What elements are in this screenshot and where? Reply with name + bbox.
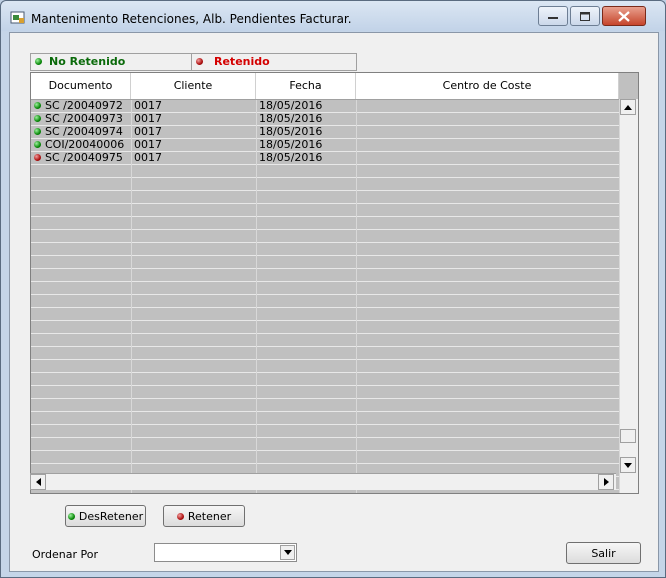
salir-button[interactable]: Salir (566, 542, 641, 564)
cell-cliente: 0017 (134, 152, 162, 164)
cell-centro (356, 113, 619, 126)
cell-fecha: 18/05/2016 (259, 126, 323, 138)
app-icon (10, 11, 25, 24)
table-row[interactable]: SC /20040974 0017 18/05/2016 (31, 126, 619, 139)
green-status-icon (35, 58, 42, 65)
table-row[interactable]: SC /20040973 0017 18/05/2016 (31, 113, 619, 126)
client-area: No Retenido Retenido Documento Cliente F… (9, 32, 659, 572)
table-row[interactable]: SC /20040972 0017 18/05/2016 (31, 100, 619, 113)
cell-cliente: 0017 (134, 126, 162, 138)
cell-centro (356, 139, 619, 152)
column-header-fecha[interactable]: Fecha (256, 73, 356, 99)
vertical-scrollbar[interactable] (619, 99, 638, 493)
close-icon (618, 10, 630, 22)
scroll-thumb[interactable] (620, 429, 636, 443)
grid-header: Documento Cliente Fecha Centro de Coste (31, 73, 619, 100)
green-status-icon (34, 115, 41, 122)
desretener-label: DesRetener (78, 509, 144, 523)
cell-documento: SC /20040972 (31, 100, 131, 113)
column-divider (356, 100, 357, 493)
column-divider (131, 100, 132, 493)
cell-centro (356, 126, 619, 139)
column-divider (256, 100, 257, 493)
cell-centro (356, 152, 619, 165)
cell-documento-text: SC /20040973 (45, 113, 123, 125)
cell-cliente: 0017 (134, 139, 162, 151)
retener-button[interactable]: Retener (163, 505, 245, 527)
legend-no-retenido-label: No Retenido (49, 55, 126, 68)
arrow-left-icon (35, 478, 41, 486)
horizontal-scrollbar[interactable] (30, 473, 616, 490)
cell-documento: SC /20040973 (31, 113, 131, 126)
ordenar-por-select[interactable] (154, 543, 297, 562)
cell-fecha: 18/05/2016 (259, 152, 323, 164)
legend-retenido: Retenido (191, 53, 357, 71)
cell-fecha: 18/05/2016 (259, 113, 323, 125)
red-status-icon (34, 154, 41, 161)
main-window: Mantenimento Retenciones, Alb. Pendiente… (0, 0, 666, 578)
desretener-button[interactable]: DesRetener (65, 505, 146, 527)
close-button[interactable] (602, 6, 646, 26)
scroll-down-button[interactable] (620, 457, 636, 473)
documents-grid[interactable]: Documento Cliente Fecha Centro de Coste … (30, 72, 639, 494)
cell-documento-text: SC /20040972 (45, 100, 123, 112)
salir-label: Salir (591, 546, 616, 560)
arrow-down-icon (624, 462, 632, 468)
arrow-up-icon (624, 104, 632, 110)
dropdown-button[interactable] (280, 545, 295, 560)
arrow-right-icon (603, 478, 609, 486)
red-status-icon (176, 512, 184, 520)
cell-documento: SC /20040974 (31, 126, 131, 139)
green-status-icon (34, 102, 41, 109)
cell-documento-text: COI/20040006 (45, 139, 125, 151)
maximize-button[interactable] (570, 6, 600, 26)
maximize-icon (580, 11, 590, 21)
retener-label: Retener (187, 509, 232, 523)
minimize-icon (548, 17, 558, 19)
cell-cliente: 0017 (134, 113, 162, 125)
cell-documento-text: SC /20040974 (45, 126, 123, 138)
window-title: Mantenimento Retenciones, Alb. Pendiente… (31, 12, 352, 26)
cell-fecha: 18/05/2016 (259, 100, 323, 112)
cell-documento-text: SC /20040975 (45, 152, 123, 164)
green-status-icon (67, 512, 75, 520)
green-status-icon (34, 141, 41, 148)
green-status-icon (34, 128, 41, 135)
cell-centro (356, 100, 619, 113)
scroll-left-button[interactable] (30, 474, 46, 490)
grid-rows: SC /20040972 0017 18/05/2016 SC /2004097… (31, 100, 619, 493)
scroll-up-button[interactable] (620, 99, 636, 115)
column-header-centro-de-coste[interactable]: Centro de Coste (356, 73, 619, 99)
minimize-button[interactable] (538, 6, 568, 26)
cell-documento: COI/20040006 (31, 139, 131, 152)
table-row[interactable]: COI/20040006 0017 18/05/2016 (31, 139, 619, 152)
column-header-cliente[interactable]: Cliente (131, 73, 256, 99)
scroll-right-button[interactable] (598, 474, 614, 490)
cell-fecha: 18/05/2016 (259, 139, 323, 151)
red-status-icon (196, 58, 203, 65)
legend-retenido-label: Retenido (214, 55, 270, 68)
cell-cliente: 0017 (134, 100, 162, 112)
column-header-documento[interactable]: Documento (31, 73, 131, 99)
title-bar[interactable]: Mantenimento Retenciones, Alb. Pendiente… (1, 1, 665, 31)
chevron-down-icon (283, 550, 292, 555)
table-row[interactable]: SC /20040975 0017 18/05/2016 (31, 152, 619, 165)
ordenar-por-label: Ordenar Por (32, 548, 98, 561)
legend-no-retenido: No Retenido (30, 53, 192, 71)
cell-documento: SC /20040975 (31, 152, 131, 165)
